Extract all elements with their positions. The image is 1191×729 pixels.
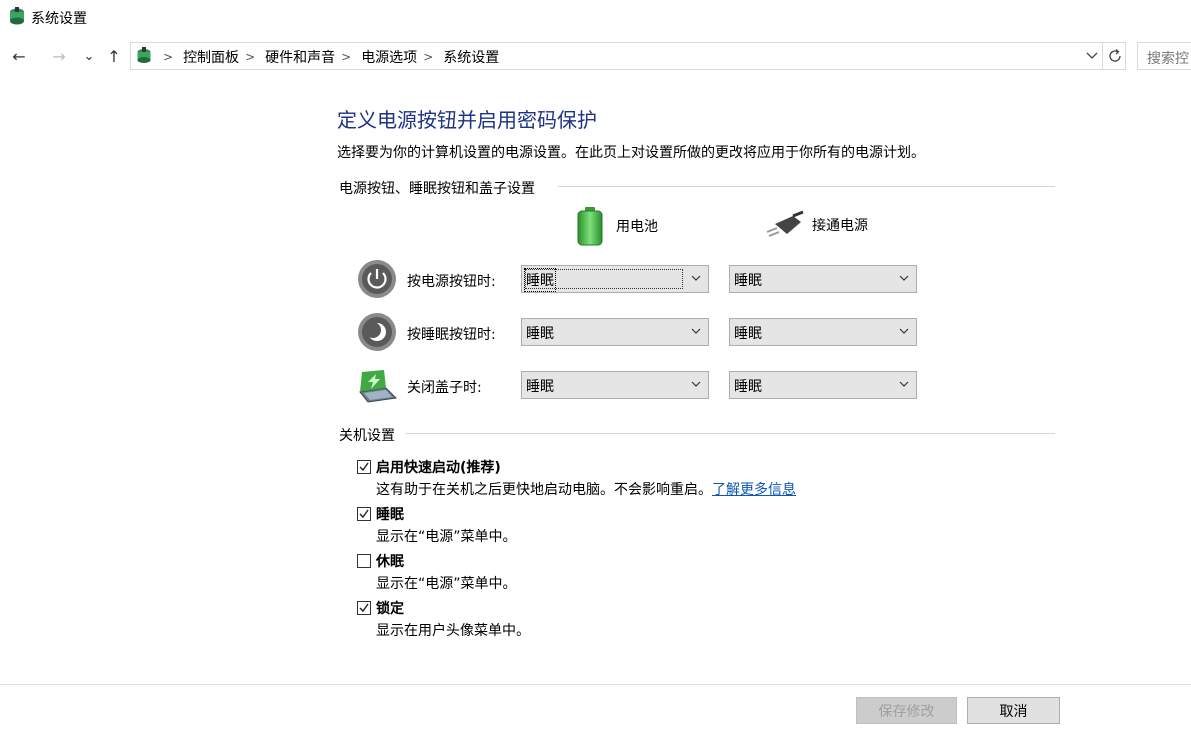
up-arrow-icon: ↑ bbox=[107, 46, 121, 66]
refresh-icon bbox=[1109, 49, 1121, 62]
fast-startup-checkbox[interactable] bbox=[357, 460, 371, 474]
select-value: 睡眠 bbox=[734, 379, 762, 395]
lock-label[interactable]: 锁定 bbox=[376, 598, 404, 618]
fast-startup-label[interactable]: 启用快速启动(推荐) bbox=[376, 457, 501, 477]
page-title: 定义电源按钮并启用密码保护 bbox=[337, 108, 597, 132]
laptop-lid-icon bbox=[359, 370, 398, 403]
checkmark-icon bbox=[359, 603, 369, 613]
column-battery-label: 用电池 bbox=[616, 219, 658, 235]
power-button-icon bbox=[358, 260, 396, 298]
checkmark-icon bbox=[359, 462, 369, 472]
breadcrumb-power-options[interactable]: 电源选项 bbox=[361, 47, 417, 67]
refresh-button[interactable] bbox=[1102, 43, 1127, 69]
chevron-down-icon: ⌄ bbox=[83, 48, 95, 64]
select-value: 睡眠 bbox=[734, 273, 762, 289]
page-description: 选择要为你的计算机设置的电源设置。在此页上对设置所做的更改将应用于你所有的电源计… bbox=[337, 145, 925, 161]
recent-locations-button[interactable]: ⌄ bbox=[77, 44, 101, 68]
chevron-down-icon bbox=[1086, 52, 1098, 59]
chevron-down-icon bbox=[691, 328, 701, 334]
select-value: 睡眠 bbox=[526, 379, 554, 395]
lid-battery-select[interactable]: 睡眠 bbox=[521, 371, 709, 399]
battery-icon bbox=[577, 207, 603, 246]
breadcrumb-hardware-sound[interactable]: 硬件和声音 bbox=[265, 47, 335, 67]
chevron-right-icon[interactable]: > bbox=[341, 50, 351, 64]
title-bar: 系统设置 bbox=[0, 0, 1191, 34]
row-label-lid: 关闭盖子时: bbox=[407, 380, 482, 396]
row-label-sleep-button: 按睡眠按钮时: bbox=[407, 327, 496, 343]
hibernate-description: 显示在“电源”菜单中。 bbox=[376, 576, 517, 592]
address-dropdown-button[interactable] bbox=[1084, 47, 1100, 65]
lid-plugged-select[interactable]: 睡眠 bbox=[729, 371, 917, 399]
sleep-button-plugged-select[interactable]: 睡眠 bbox=[729, 318, 917, 346]
row-label-power-button: 按电源按钮时: bbox=[407, 274, 496, 290]
sleep-label[interactable]: 睡眠 bbox=[376, 504, 404, 524]
address-bar[interactable]: > 控制面板 > 硬件和声音 > 电源选项 > 系统设置 bbox=[130, 42, 1126, 70]
chevron-right-icon[interactable]: > bbox=[163, 50, 173, 64]
power-options-icon bbox=[10, 7, 24, 25]
cancel-button[interactable]: 取消 bbox=[967, 697, 1060, 724]
column-plugged-in: 接通电源 bbox=[763, 210, 868, 240]
chevron-right-icon[interactable]: > bbox=[423, 50, 433, 64]
power-plug-icon bbox=[766, 210, 804, 237]
back-button[interactable]: ← bbox=[7, 44, 31, 68]
select-value: 睡眠 bbox=[734, 326, 762, 342]
sleep-button-icon bbox=[358, 313, 396, 351]
checkmark-icon bbox=[359, 509, 369, 519]
power-button-plugged-select[interactable]: 睡眠 bbox=[729, 265, 917, 293]
lock-checkbox[interactable] bbox=[357, 601, 371, 615]
chevron-down-icon bbox=[899, 381, 909, 387]
footer-divider bbox=[0, 684, 1191, 685]
chevron-down-icon bbox=[691, 381, 701, 387]
save-changes-button[interactable]: 保存修改 bbox=[856, 697, 957, 724]
sleep-button-battery-select[interactable]: 睡眠 bbox=[521, 318, 709, 346]
back-arrow-icon: ← bbox=[12, 46, 26, 66]
section-heading-shutdown: 关机设置 bbox=[339, 428, 395, 444]
learn-more-link[interactable]: 了解更多信息 bbox=[712, 482, 796, 498]
fast-startup-description: 这有助于在关机之后更快地启动电脑。不会影响重启。了解更多信息 bbox=[376, 479, 796, 499]
chevron-down-icon bbox=[899, 275, 909, 281]
lock-description: 显示在用户头像菜单中。 bbox=[376, 623, 530, 639]
section-divider bbox=[558, 186, 1055, 187]
section-heading-buttons: 电源按钮、睡眠按钮和盖子设置 bbox=[339, 181, 535, 197]
forward-arrow-icon: → bbox=[52, 46, 66, 66]
fast-startup-desc-text: 这有助于在关机之后更快地启动电脑。不会影响重启。 bbox=[376, 482, 712, 498]
sleep-checkbox[interactable] bbox=[357, 507, 371, 521]
chevron-down-icon bbox=[691, 275, 701, 281]
column-plugged-label: 接通电源 bbox=[812, 218, 868, 234]
forward-button[interactable]: → bbox=[47, 44, 71, 68]
select-value: 睡眠 bbox=[524, 268, 556, 292]
sleep-description: 显示在“电源”菜单中。 bbox=[376, 529, 517, 545]
window-title: 系统设置 bbox=[31, 11, 87, 27]
select-value: 睡眠 bbox=[526, 326, 554, 342]
column-battery: 用电池 bbox=[575, 206, 658, 246]
hibernate-checkbox[interactable] bbox=[357, 554, 371, 568]
power-button-battery-select[interactable]: 睡眠 bbox=[521, 265, 709, 293]
chevron-right-icon[interactable]: > bbox=[245, 50, 255, 64]
section-divider bbox=[406, 433, 1055, 434]
search-input[interactable]: 搜索控 bbox=[1137, 42, 1191, 70]
up-button[interactable]: ↑ bbox=[102, 44, 126, 68]
breadcrumb: > 控制面板 > 硬件和声音 > 电源选项 > 系统设置 bbox=[157, 47, 499, 67]
hibernate-label[interactable]: 休眠 bbox=[376, 551, 404, 571]
breadcrumb-system-settings[interactable]: 系统设置 bbox=[443, 47, 499, 67]
breadcrumb-control-panel[interactable]: 控制面板 bbox=[183, 47, 239, 67]
chevron-down-icon bbox=[899, 328, 909, 334]
power-options-icon bbox=[137, 47, 151, 63]
